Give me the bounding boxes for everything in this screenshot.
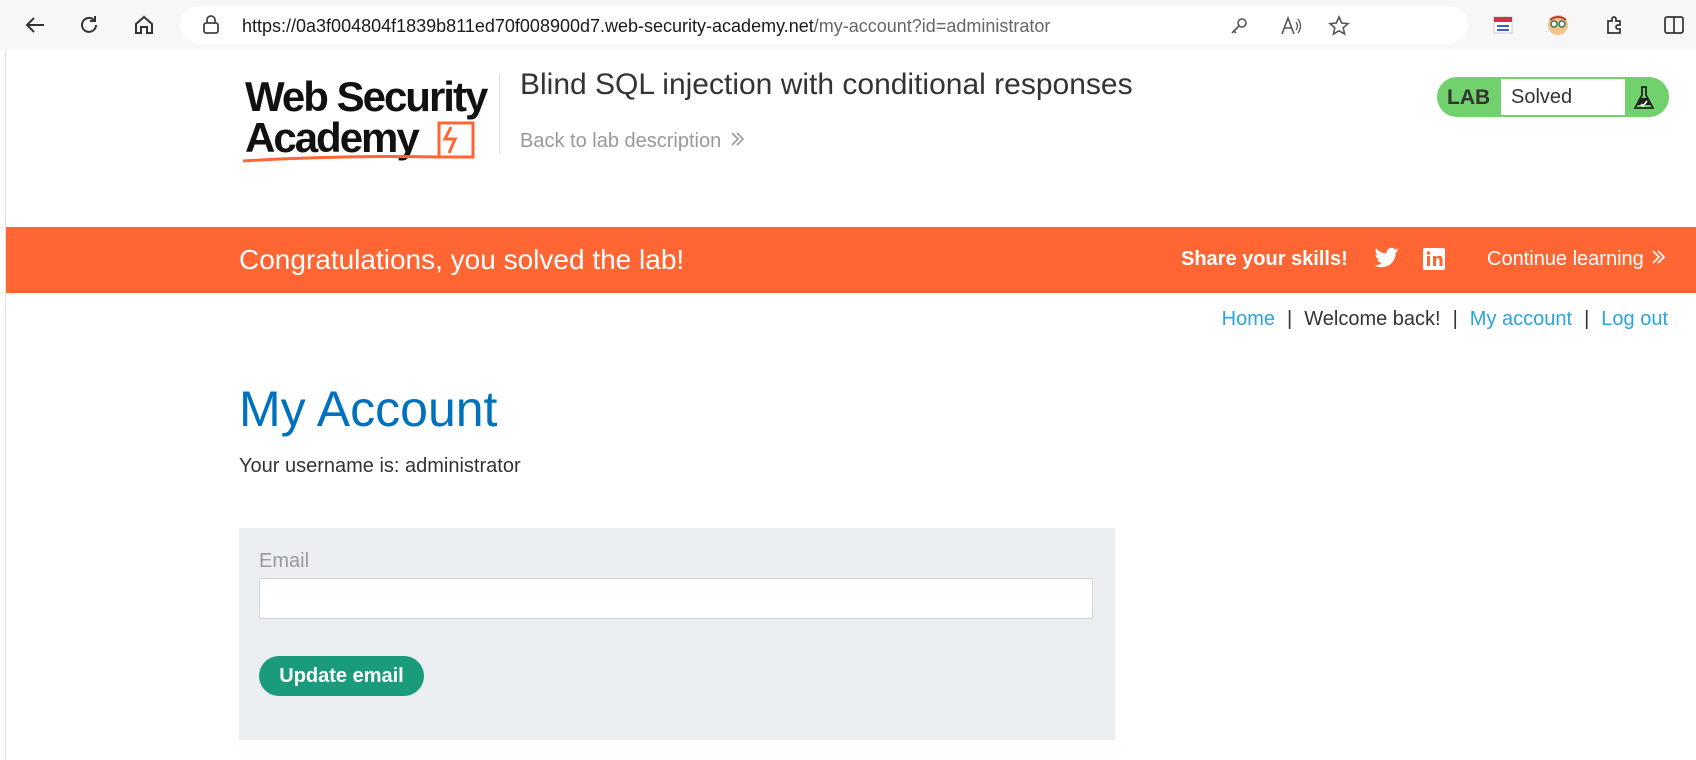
nav-separator: | <box>1287 308 1293 330</box>
flask-icon <box>1629 83 1659 113</box>
browser-toolbar: https://0a3f004804f1839b811ed70f008900d7… <box>0 0 1696 50</box>
lab-status: Solved <box>1501 79 1625 115</box>
back-to-description-link[interactable]: Back to lab description <box>520 130 745 153</box>
nav-logout-link[interactable]: Log out <box>1601 308 1668 331</box>
favorite-star-icon[interactable] <box>1326 13 1352 39</box>
split-screen-icon[interactable] <box>1659 10 1689 40</box>
lock-icon[interactable] <box>202 15 220 40</box>
nav-home-link[interactable]: Home <box>1222 308 1275 331</box>
update-email-button[interactable]: Update email <box>259 656 424 696</box>
top-navigation: Home | Welcome back! | My account | Log … <box>1222 308 1668 331</box>
svg-text:Academy: Academy <box>245 114 420 161</box>
extensions-puzzle-icon[interactable] <box>1600 10 1630 40</box>
read-aloud-icon[interactable] <box>1278 13 1304 39</box>
congratulations-message: Congratulations, you solved the lab! <box>239 244 685 275</box>
extension-icon[interactable] <box>1488 10 1518 40</box>
header-divider <box>499 74 500 154</box>
double-chevron-right-icon <box>729 130 745 153</box>
profile-avatar-icon[interactable] <box>1543 10 1573 40</box>
welcome-text: Welcome back! <box>1304 308 1441 330</box>
update-email-form: Email Update email <box>239 528 1115 740</box>
key-icon[interactable] <box>1226 13 1252 39</box>
double-chevron-right-icon <box>1650 248 1666 271</box>
web-security-academy-logo[interactable]: Web Security Academy <box>242 73 495 167</box>
refresh-icon[interactable] <box>71 8 107 42</box>
nav-separator: | <box>1452 308 1458 330</box>
lab-title: Blind SQL injection with conditional res… <box>520 68 1133 101</box>
email-field[interactable] <box>259 578 1093 619</box>
continue-learning-link[interactable]: Continue learning <box>1487 248 1666 271</box>
web-page: Web Security Academy Blind SQL injection… <box>5 50 1696 760</box>
lab-label: LAB <box>1447 86 1491 109</box>
nav-separator: | <box>1584 308 1590 330</box>
address-bar[interactable]: https://0a3f004804f1839b811ed70f008900d7… <box>180 6 1468 44</box>
solved-banner: Congratulations, you solved the lab! Sha… <box>6 227 1696 293</box>
linkedin-icon[interactable] <box>1422 247 1446 276</box>
nav-my-account-link[interactable]: My account <box>1470 308 1572 331</box>
back-icon[interactable] <box>17 8 53 42</box>
username-text: Your username is: administrator <box>239 455 521 477</box>
url-text: https://0a3f004804f1839b811ed70f008900d7… <box>242 16 1051 36</box>
back-link-label: Back to lab description <box>520 130 722 152</box>
lab-status-badge: LAB Solved <box>1437 77 1669 117</box>
twitter-icon[interactable] <box>1374 247 1400 276</box>
email-label: Email <box>259 550 310 572</box>
page-title: My Account <box>239 381 498 437</box>
home-icon[interactable] <box>126 8 162 42</box>
share-skills-label: Share your skills! <box>1181 248 1348 270</box>
continue-learning-label: Continue learning <box>1487 248 1644 270</box>
